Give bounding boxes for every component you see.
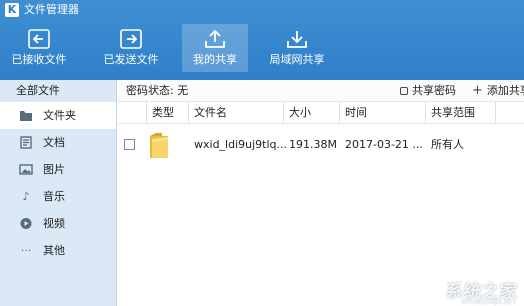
sidebar-item-label: 音乐 bbox=[43, 190, 65, 203]
column-filename[interactable]: 文件名 bbox=[188, 102, 283, 124]
sent-files-button[interactable]: 已发送文件 bbox=[98, 24, 164, 72]
image-icon bbox=[19, 164, 33, 175]
table-row[interactable]: wxid_ldi9uj9tlq... 191.38M 2017-03-21 ..… bbox=[118, 128, 524, 164]
add-share-button[interactable]: +添加共享 bbox=[472, 80, 524, 102]
received-files-label: 已接收文件 bbox=[11, 53, 67, 66]
sidebar-item-video[interactable]: 视频 bbox=[0, 210, 116, 237]
column-size[interactable]: 大小 bbox=[283, 102, 339, 124]
file-time: 2017-03-21 ... bbox=[345, 138, 423, 151]
add-share-label: 添加共享 bbox=[486, 84, 524, 97]
lock-icon bbox=[400, 87, 408, 95]
watermark-url: XITONGZHIJIA.NET bbox=[460, 299, 516, 306]
column-share-scope[interactable]: 共享范围 bbox=[425, 102, 495, 124]
received-files-icon bbox=[28, 29, 50, 49]
sent-files-label: 已发送文件 bbox=[103, 53, 159, 66]
sidebar-item-folder[interactable]: 文件夹 bbox=[0, 102, 116, 129]
lan-download-icon bbox=[287, 31, 307, 48]
music-icon: ♪ bbox=[22, 190, 30, 203]
received-files-button[interactable]: 已接收文件 bbox=[6, 24, 72, 72]
sidebar-item-label: 文档 bbox=[43, 136, 65, 149]
share-password-label: 共享密码 bbox=[412, 84, 456, 97]
sidebar-item-label: 视频 bbox=[43, 217, 65, 230]
sidebar-item-label: 其他 bbox=[43, 244, 65, 257]
password-status: 密码状态: 无 bbox=[126, 84, 189, 97]
lan-share-button[interactable]: 局域网共享 bbox=[264, 24, 330, 72]
table-header: 类型 文件名 大小 时间 共享范围 bbox=[118, 102, 524, 124]
video-icon bbox=[20, 218, 32, 229]
my-share-button[interactable]: 我的共享 bbox=[182, 24, 248, 72]
sidebar-item-label: 图片 bbox=[43, 163, 65, 176]
column-time[interactable]: 时间 bbox=[339, 102, 425, 124]
file-share-scope: 所有人 bbox=[431, 138, 464, 151]
sent-files-icon bbox=[120, 29, 142, 49]
sidebar-item-documents[interactable]: 文档 bbox=[0, 129, 116, 156]
share-password-button[interactable]: 共享密码 bbox=[400, 80, 456, 102]
share-upload-icon bbox=[205, 29, 225, 48]
file-name: wxid_ldi9uj9tlq... bbox=[194, 138, 288, 151]
document-icon bbox=[20, 136, 32, 149]
sidebar-item-other[interactable]: ··· 其他 bbox=[0, 237, 116, 264]
folder-icon bbox=[20, 111, 32, 121]
sidebar-header[interactable]: 全部文件 bbox=[0, 80, 116, 102]
sidebar: 全部文件 文件夹 文档 图片 ♪ 音乐 视频 ··· 其他 bbox=[0, 80, 117, 306]
column-extra bbox=[495, 102, 524, 124]
main-panel: 密码状态: 无 共享密码 +添加共享 类型 文件名 大小 时间 共享范围 wxi… bbox=[118, 80, 524, 306]
window-title: 文件管理器 bbox=[24, 3, 79, 16]
status-bar: 密码状态: 无 共享密码 +添加共享 bbox=[118, 80, 524, 102]
sidebar-item-music[interactable]: ♪ 音乐 bbox=[0, 183, 116, 210]
file-size: 191.38M bbox=[289, 138, 337, 151]
row-checkbox[interactable] bbox=[124, 139, 135, 150]
plus-icon: + bbox=[472, 83, 483, 98]
folder-icon bbox=[150, 133, 168, 158]
sidebar-item-label: 文件夹 bbox=[43, 109, 76, 122]
more-icon: ··· bbox=[20, 244, 32, 257]
column-type[interactable]: 类型 bbox=[146, 102, 188, 124]
my-share-label: 我的共享 bbox=[193, 53, 237, 66]
toolbar-area: K 文件管理器 已接收文件 已发送文件 我的共享 局域网共享 bbox=[0, 0, 524, 80]
title-bar: K 文件管理器 bbox=[0, 0, 524, 20]
app-logo-icon: K bbox=[5, 3, 19, 17]
sidebar-item-images[interactable]: 图片 bbox=[0, 156, 116, 183]
lan-share-label: 局域网共享 bbox=[269, 53, 325, 66]
